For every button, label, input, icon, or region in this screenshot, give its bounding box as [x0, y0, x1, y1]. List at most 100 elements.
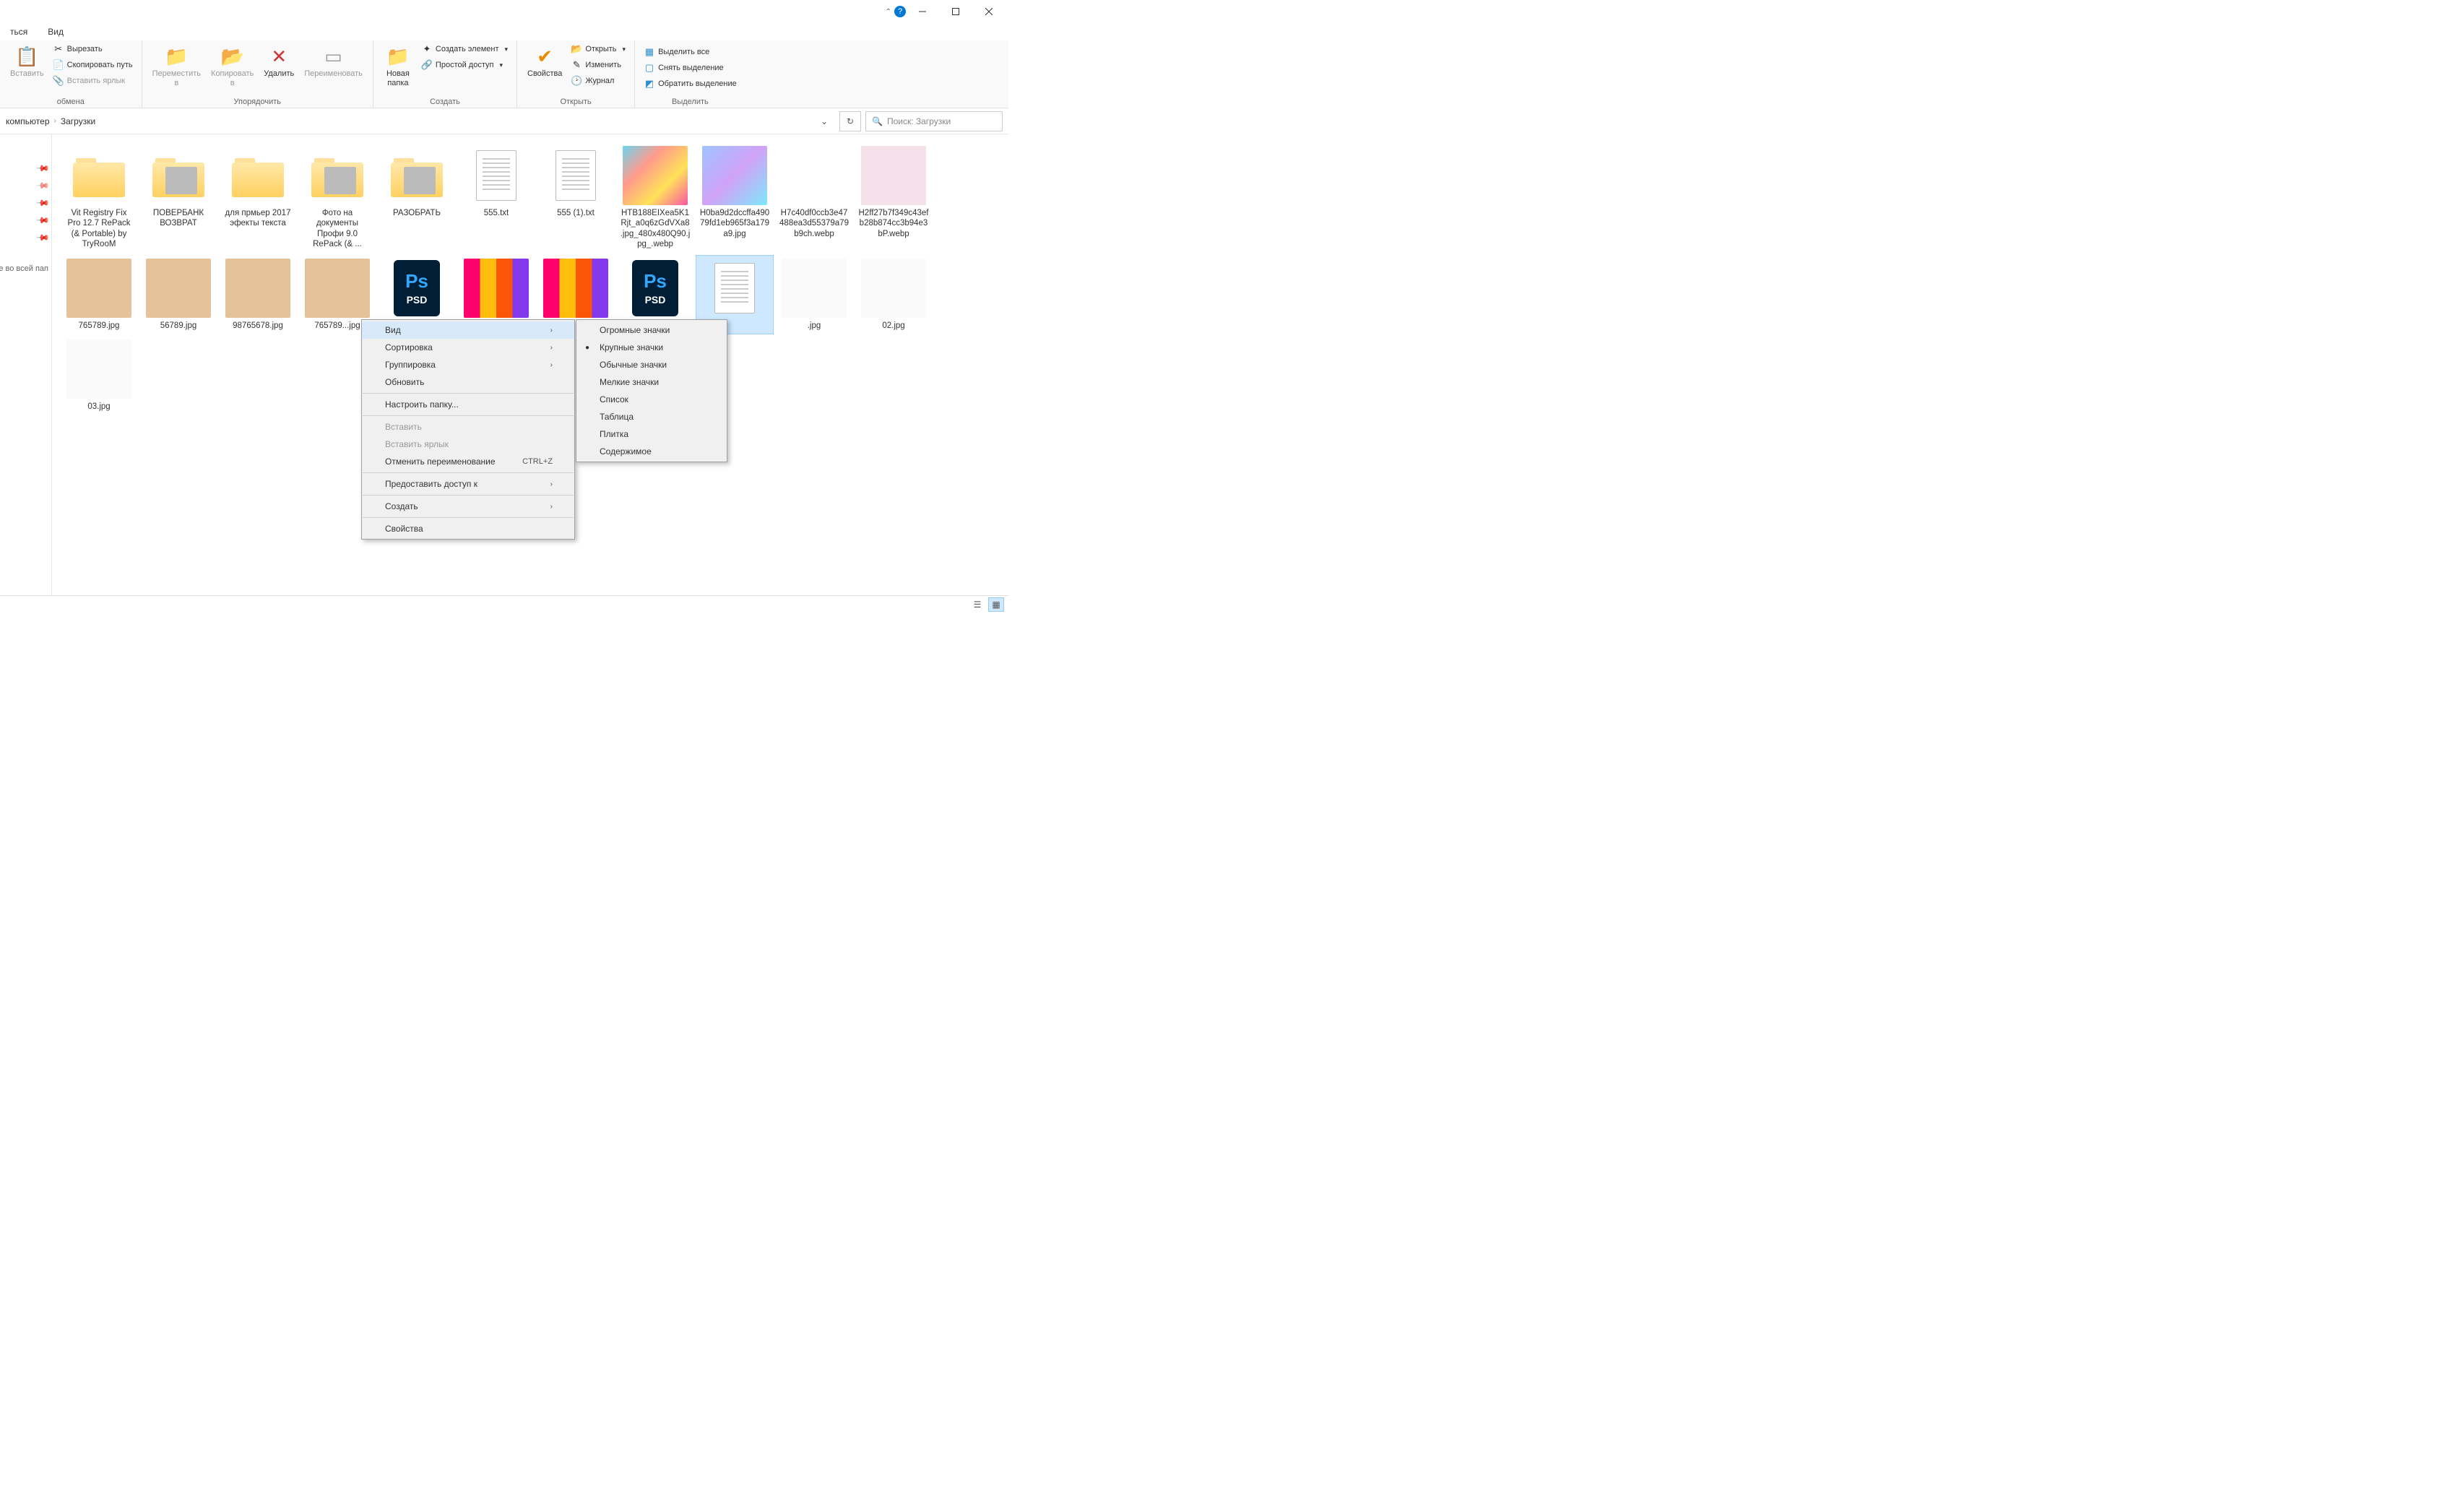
breadcrumb-downloads[interactable]: Загрузки: [61, 116, 95, 126]
file-thumbnail: [66, 339, 131, 399]
delete-button[interactable]: ✕Удалить: [259, 42, 298, 91]
details-view-button[interactable]: ☰: [969, 597, 985, 612]
ribbon: 📋 Вставить ✂Вырезать 📄Скопировать путь 📎…: [0, 40, 1008, 108]
file-item[interactable]: H0ba9d2dccffa49079fd1eb965f3a179a9.jpg: [696, 143, 773, 253]
file-item[interactable]: 02.jpg: [855, 256, 932, 334]
refresh-button[interactable]: ↻: [839, 111, 861, 131]
delete-icon: ✕: [267, 45, 290, 68]
file-thumbnail: [225, 259, 290, 318]
minimize-button[interactable]: [906, 0, 939, 23]
selectinvert-button[interactable]: ◩Обратить выделение: [641, 77, 740, 91]
file-item[interactable]: для прмьер 2017 эфекты текста: [220, 143, 296, 253]
addressbar: компьютер › Загрузки ⌄ ↻ 🔍 Поиск: Загруз…: [0, 108, 1008, 134]
ctx-medium-icons[interactable]: Обычные значки: [576, 356, 727, 373]
newfolder-button[interactable]: 📁Новая папка: [379, 42, 417, 91]
file-item[interactable]: РАЗОБРАТЬ: [379, 143, 455, 253]
shortcut-icon: 📎: [53, 75, 64, 87]
ctx-huge-icons[interactable]: Огромные значки: [576, 321, 727, 339]
file-label: РАЗОБРАТЬ: [393, 208, 441, 218]
file-label: ПОВЕРБАНК ВОЗВРАТ: [143, 208, 214, 229]
ctx-undo[interactable]: Отменить переименованиеCTRL+Z: [362, 453, 574, 470]
search-placeholder: Поиск: Загрузки: [887, 116, 951, 126]
ctx-customize[interactable]: Настроить папку...: [362, 396, 574, 413]
moveto-button[interactable]: 📁Переместить в: [148, 42, 205, 91]
breadcrumb[interactable]: компьютер › Загрузки: [0, 111, 809, 131]
file-item[interactable]: 555 (1).txt: [537, 143, 614, 253]
pin-icon[interactable]: 📌: [35, 213, 50, 228]
ctx-large-icons[interactable]: ●Крупные значки: [576, 339, 727, 356]
file-thumbnail: [543, 259, 608, 318]
ctx-sort[interactable]: Сортировка›: [362, 339, 574, 356]
ctx-props[interactable]: Свойства: [362, 520, 574, 537]
file-label: .jpg: [808, 321, 821, 331]
file-thumbnail: [146, 259, 211, 318]
file-item[interactable]: 56789.jpg: [140, 256, 217, 334]
help-icon[interactable]: ?: [894, 6, 906, 17]
close-button[interactable]: [972, 0, 1006, 23]
file-item[interactable]: 98765678.jpg: [220, 256, 296, 334]
file-item[interactable]: 03.jpg: [61, 337, 137, 415]
pin-icon[interactable]: 📌: [35, 196, 50, 210]
ctx-table[interactable]: Таблица: [576, 408, 727, 425]
ctx-tiles[interactable]: Плитка: [576, 425, 727, 443]
easyaccess-button[interactable]: 🔗Простой доступ▾: [418, 58, 511, 72]
rename-button[interactable]: ▭Переименовать: [300, 42, 367, 91]
ctx-separator: [363, 415, 574, 416]
file-item[interactable]: 765789.jpg: [61, 256, 137, 334]
file-label: 56789.jpg: [160, 321, 197, 331]
breadcrumb-dropdown[interactable]: ⌄: [813, 111, 835, 131]
file-thumbnail: [861, 259, 926, 318]
selectall-button[interactable]: ▦Выделить все: [641, 45, 740, 59]
pin-icon[interactable]: 📌: [35, 230, 50, 245]
paste-shortcut-button[interactable]: 📎Вставить ярлык: [50, 74, 136, 88]
ctx-refresh[interactable]: Обновить: [362, 373, 574, 391]
ctx-group[interactable]: Группировка›: [362, 356, 574, 373]
file-item[interactable]: 555.txt: [458, 143, 535, 253]
file-thumbnail: [384, 146, 449, 205]
file-item[interactable]: H2ff27b7f349c43efb28b874cc3b94e3bP.webp: [855, 143, 932, 253]
bullet-icon: ●: [585, 344, 589, 352]
check-icon: ✔: [533, 45, 556, 68]
history-button[interactable]: 🕑Журнал: [568, 74, 628, 88]
file-label: 765789.jpg: [79, 321, 120, 331]
rename-icon: ▭: [322, 45, 345, 68]
file-item[interactable]: Фото на документы Профи 9.0 RePack (& ..…: [299, 143, 376, 253]
cut-button[interactable]: ✂Вырезать: [50, 42, 136, 56]
file-thumbnail: [66, 146, 131, 205]
file-label: Фото на документы Профи 9.0 RePack (& ..…: [302, 208, 373, 250]
file-item[interactable]: ПОВЕРБАНК ВОЗВРАТ: [140, 143, 217, 253]
open-button[interactable]: 📂Открыть▾: [568, 42, 628, 56]
edit-button[interactable]: ✎Изменить: [568, 58, 628, 72]
pin-icon[interactable]: 📌: [35, 178, 50, 193]
ribbon-group-new: 📁Новая папка ✦Создать элемент▾ 🔗Простой …: [373, 40, 517, 108]
ctx-view[interactable]: Вид›: [362, 321, 574, 339]
selectnone-button[interactable]: ▢Снять выделение: [641, 61, 740, 75]
paste-button[interactable]: 📋 Вставить: [6, 42, 48, 88]
ctx-small-icons[interactable]: Мелкие значки: [576, 373, 727, 391]
file-item[interactable]: HTB188EIXea5K1Rjt_a0q6zGdVXa8.jpg_480x48…: [617, 143, 693, 253]
newitem-button[interactable]: ✦Создать элемент▾: [418, 42, 511, 56]
search-input[interactable]: 🔍 Поиск: Загрузки: [865, 111, 1003, 131]
ctx-content[interactable]: Содержимое: [576, 443, 727, 460]
pin-icon[interactable]: 📌: [35, 161, 50, 176]
ctx-share[interactable]: Предоставить доступ к›: [362, 475, 574, 493]
file-item[interactable]: .jpg: [776, 256, 852, 334]
maximize-button[interactable]: [939, 0, 972, 23]
file-label: H0ba9d2dccffa49079fd1eb965f3a179a9.jpg: [699, 208, 770, 239]
context-menu: Вид› Сортировка› Группировка› Обновить Н…: [361, 319, 575, 540]
ribbon-collapse-icon[interactable]: ⌃: [886, 8, 891, 16]
ctx-new[interactable]: Создать›: [362, 498, 574, 515]
thumbnails-view-button[interactable]: ▦: [988, 597, 1004, 612]
file-item[interactable]: Vit Registry Fix Pro 12.7 RePack (& Port…: [61, 143, 137, 253]
tabs-row: ться Вид: [0, 23, 1008, 40]
file-item[interactable]: H7c40df0ccb3e47488ea3d55379a79b9ch.webp: [776, 143, 852, 253]
tab-share[interactable]: ться: [0, 24, 38, 40]
file-label: 02.jpg: [882, 321, 904, 331]
breadcrumb-pc[interactable]: компьютер: [6, 116, 50, 126]
file-label: Vit Registry Fix Pro 12.7 RePack (& Port…: [64, 208, 134, 250]
ctx-list[interactable]: Список: [576, 391, 727, 408]
tab-view[interactable]: Вид: [38, 24, 74, 40]
copyto-button[interactable]: 📂Копировать в: [207, 42, 258, 91]
copy-path-button[interactable]: 📄Скопировать путь: [50, 58, 136, 72]
properties-button[interactable]: ✔Свойства: [523, 42, 566, 88]
